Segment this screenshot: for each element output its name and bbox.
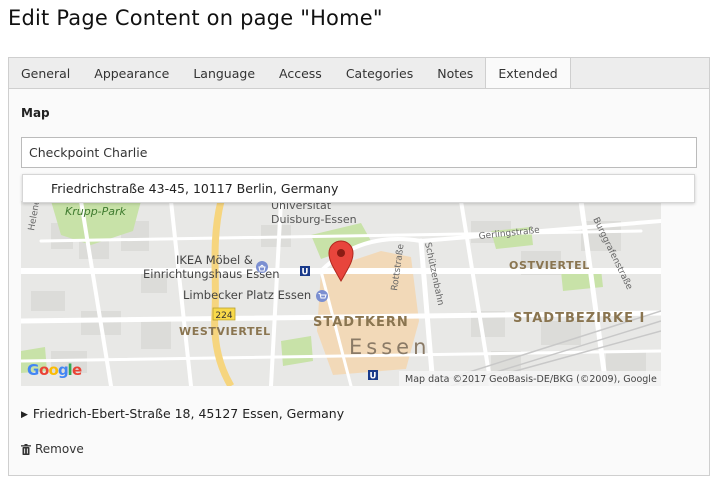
tab-appearance[interactable]: Appearance [82, 58, 181, 89]
tab-categories[interactable]: Categories [334, 58, 425, 89]
page-title: Edit Page Content on page "Home" [8, 6, 383, 30]
map-view[interactable]: Krupp-Park Helenen Universität Duisburg-… [21, 201, 661, 386]
tab-panel: Map Friedrichstraße 43-45, 10117 Berlin,… [8, 88, 710, 476]
map-label-krupp: Krupp-Park [65, 205, 127, 218]
shopping-cart-icon [316, 290, 328, 302]
svg-text:e: e [72, 361, 82, 379]
map-attribution: Map data ©2017 GeoBasis-DE/BKG (©2009), … [405, 374, 657, 385]
caret-right-icon: ▶ [21, 410, 28, 420]
autocomplete-suggestion[interactable]: Friedrichstraße 43-45, 10117 Berlin, Ger… [22, 174, 695, 203]
svg-text:G: G [27, 361, 39, 379]
map-label-essen: Essen [349, 335, 430, 359]
svg-text:U: U [370, 372, 377, 382]
location-search-input[interactable] [21, 137, 697, 168]
tab-bar: General Appearance Language Access Categ… [8, 57, 710, 89]
map-label-ostviertel: OSTVIERTEL [509, 259, 590, 272]
map-label-stadtkern: STADTKERN [313, 315, 409, 330]
map-label-stadtbezirke: STADTBEZIRKE I [513, 311, 645, 326]
map-field-label: Map [21, 106, 50, 120]
map-label-uni-2: Duisburg-Essen [271, 213, 357, 226]
tab-notes[interactable]: Notes [425, 58, 485, 89]
tab-general[interactable]: General [9, 58, 82, 89]
road-shield-number: 224 [215, 311, 232, 321]
map-label-westviertel: WESTVIERTEL [179, 325, 271, 338]
tab-extended[interactable]: Extended [485, 57, 571, 89]
tab-language[interactable]: Language [181, 58, 267, 89]
selected-address: Friedrich-Ebert-Straße 18, 45127 Essen, … [32, 406, 345, 421]
svg-text:U: U [302, 268, 309, 278]
google-logo: G o o g l e [27, 361, 82, 379]
address-details-toggle[interactable]: ▶ Friedrich-Ebert-Straße 18, 45127 Essen,… [21, 406, 344, 421]
map-label-ikea-1: IKEA Möbel & [176, 253, 253, 267]
trash-icon [21, 443, 31, 455]
map-label-limbecker: Limbecker Platz Essen [183, 288, 311, 302]
tab-access[interactable]: Access [267, 58, 334, 89]
remove-label: Remove [35, 442, 84, 456]
remove-button[interactable]: Remove [21, 442, 84, 456]
